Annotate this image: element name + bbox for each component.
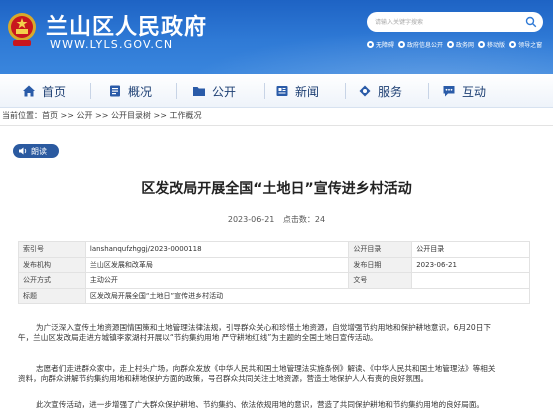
site-header: 兰山区人民政府 WWW.LYLS.GOV.CN 无障碍 政府信息公开 政务网 移… <box>0 0 553 74</box>
article-paragraph: 为广泛深入宣传土地资源国情国策和土地管理法律法规，引导群众关心和珍惜土地资源，自… <box>18 323 491 342</box>
article-title: 区发改局开展全国“土地日”宣传进乡村活动 <box>141 181 412 197</box>
speaker-icon <box>19 147 27 155</box>
service-icon <box>359 85 371 97</box>
search-icon[interactable] <box>525 16 537 28</box>
nav-item-interaction[interactable]: 互动 <box>442 74 486 108</box>
table-cell: 索引号 <box>18 241 86 258</box>
table-cell: 区发改局开展全国“土地日”宣传进乡村活动 <box>84 287 531 304</box>
site-url: WWW.LYLS.GOV.CN <box>50 38 174 51</box>
nav-divider <box>428 83 429 99</box>
nav-divider <box>264 83 265 99</box>
site-title[interactable]: 兰山区人民政府 <box>46 9 207 41</box>
table-row: 公开方式 主动公开 文号 <box>18 272 530 289</box>
table-cell: lanshanqufzhggj/2023-0000118 <box>84 241 350 258</box>
view-count: 点击数：24 <box>282 215 326 224</box>
table-row: 标题 区发改局开展全国“土地日”宣传进乡村活动 <box>18 287 531 304</box>
article-paragraph: 此次宣传活动，进一步增强了广大群众保护耕地、节约集约、依法依规用地的意识，营造了… <box>36 400 485 409</box>
top-links: 无障碍 政府信息公开 政务网 移动版 领导之窗 <box>367 40 542 49</box>
national-emblem-icon <box>8 13 36 46</box>
mobile-icon <box>478 41 486 48</box>
top-link-accessibility[interactable]: 无障碍 <box>367 40 394 49</box>
table-cell: 公开目录 <box>348 241 413 258</box>
search-box <box>367 12 543 32</box>
folder-icon <box>193 87 205 96</box>
table-cell: 公开方式 <box>18 272 86 289</box>
overview-icon <box>110 85 120 97</box>
article-paragraph: 志愿者们走进群众家中，走上村头广场，向群众发放《中华人民共和国土地管理法实施条例… <box>18 364 496 383</box>
breadcrumb[interactable]: 当前位置：首页 >> 公开 >> 公开目录树 >> 工作概况 <box>2 110 201 121</box>
info-table: 索引号 lanshanqufzhggj/2023-0000118 公开目录 公开… <box>18 241 531 304</box>
info-icon <box>398 41 406 48</box>
network-icon <box>447 41 455 48</box>
nav-item-news[interactable]: 新闻 <box>275 74 319 108</box>
nav-item-home[interactable]: 首页 <box>22 74 66 108</box>
table-cell: 2023-06-21 <box>411 256 530 273</box>
table-cell <box>411 272 530 289</box>
header-decoration <box>180 30 553 74</box>
leader-icon <box>509 41 517 48</box>
chat-icon <box>443 86 455 97</box>
read-aloud-button[interactable]: 朗读 <box>13 144 59 158</box>
table-cell: 主动公开 <box>84 272 350 289</box>
table-row: 发布机构 兰山区发展和改革局 发布日期 2023-06-21 <box>18 256 530 273</box>
table-cell: 兰山区发展和改革局 <box>84 256 350 273</box>
table-cell: 文号 <box>348 272 413 289</box>
breadcrumb-divider <box>0 125 553 126</box>
top-link-info-disclosure[interactable]: 政府信息公开 <box>398 40 443 49</box>
home-icon <box>23 85 35 97</box>
accessibility-icon <box>367 41 374 48</box>
table-cell: 发布日期 <box>348 256 413 273</box>
publish-date: 2023-06-21 <box>227 215 275 224</box>
main-nav: 首页 概况 公开 新闻 服务 互动 <box>0 74 553 108</box>
table-row: 索引号 lanshanqufzhggj/2023-0000118 公开目录 公开… <box>18 241 530 258</box>
table-cell: 发布机构 <box>18 256 86 273</box>
nav-divider <box>345 83 346 99</box>
table-cell: 标题 <box>18 287 86 304</box>
article-meta: 2023-06-21 点击数：24 <box>0 214 553 225</box>
newspaper-icon <box>276 86 288 96</box>
top-link-mobile[interactable]: 移动版 <box>478 40 505 49</box>
nav-divider <box>176 83 177 99</box>
nav-item-service[interactable]: 服务 <box>358 74 402 108</box>
nav-item-overview[interactable]: 概况 <box>108 74 152 108</box>
top-link-leaders[interactable]: 领导之窗 <box>509 40 542 49</box>
nav-item-disclosure[interactable]: 公开 <box>192 74 236 108</box>
search-input[interactable] <box>375 15 515 29</box>
nav-divider <box>90 83 91 99</box>
top-link-gov-network[interactable]: 政务网 <box>447 40 474 49</box>
table-cell: 公开目录 <box>411 241 530 258</box>
